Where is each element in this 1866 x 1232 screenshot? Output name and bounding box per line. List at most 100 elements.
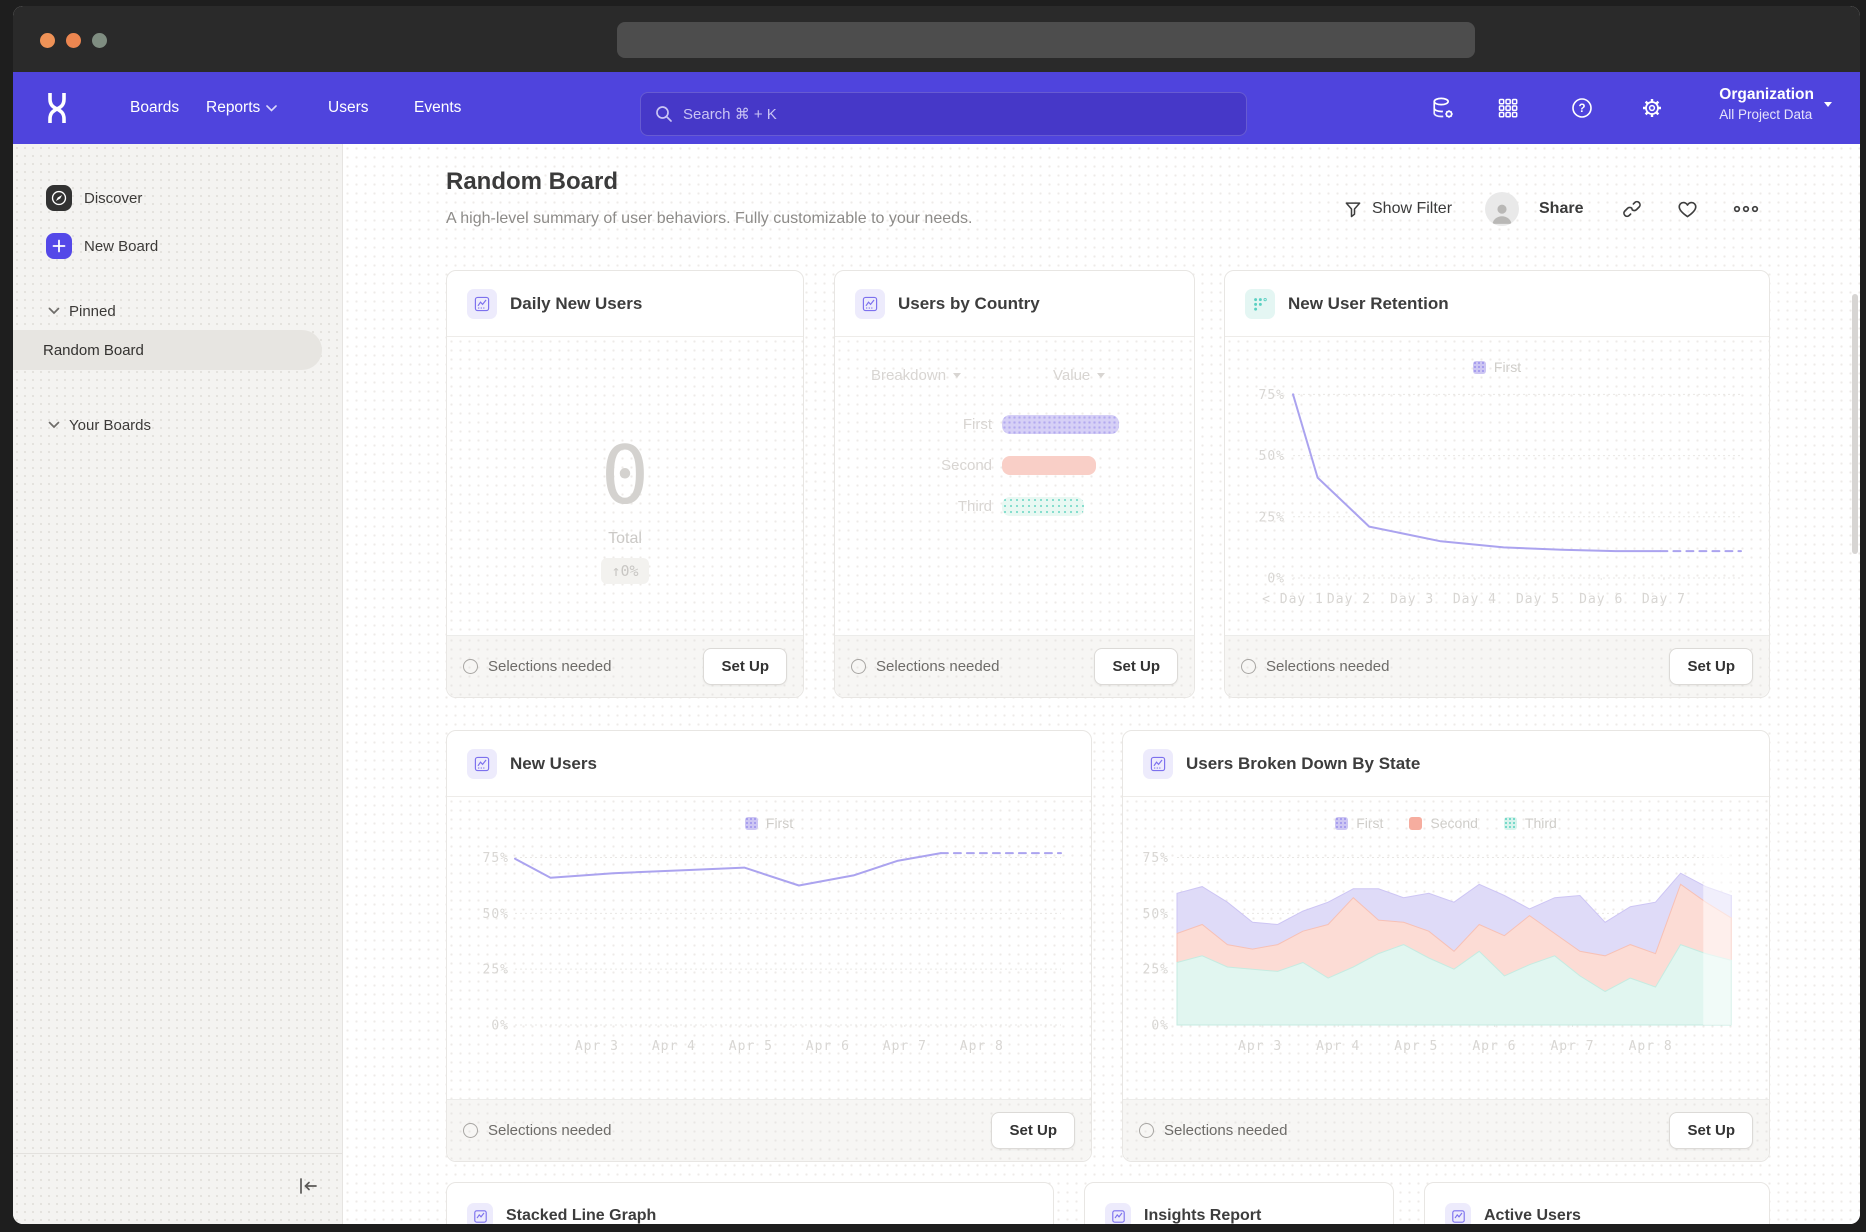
status-text: Selections needed: [1164, 1122, 1287, 1139]
value-dropdown[interactable]: Value: [1053, 367, 1105, 384]
card-header: Users by Country: [835, 271, 1194, 337]
nav-item-boards[interactable]: Boards: [130, 72, 179, 144]
card-header: Insights Report: [1085, 1183, 1393, 1224]
apps-grid-icon[interactable]: [1496, 96, 1520, 120]
org-switcher[interactable]: Organization All Project Data: [1719, 86, 1832, 122]
chevron-down-icon: [953, 373, 961, 378]
card-header: Daily New Users: [447, 271, 803, 337]
chevron-down-icon: [48, 307, 60, 315]
svg-text:Apr 5: Apr 5: [729, 1039, 773, 1054]
sidebar-item-new-board[interactable]: New Board: [13, 226, 342, 266]
section-label: Your Boards: [69, 417, 151, 434]
chevron-down-icon: [1824, 102, 1832, 107]
traffic-light-close[interactable]: [40, 33, 55, 48]
sidebar-section-your-boards[interactable]: Your Boards: [13, 410, 342, 440]
sidebar-item-random-board[interactable]: Random Board: [13, 330, 322, 370]
show-filter-label: Show Filter: [1372, 200, 1452, 218]
search-input[interactable]: Search ⌘ + K: [640, 92, 1247, 136]
card-title: Users by Country: [898, 294, 1040, 314]
card-users-by-state: Users Broken Down By State First Second: [1122, 730, 1770, 1162]
mixpanel-logo-icon[interactable]: [45, 91, 69, 130]
set-up-button[interactable]: Set Up: [1669, 1112, 1753, 1149]
browser-window: Boards Reports Users Events Search ⌘ + K: [13, 6, 1860, 1224]
svg-text:Day 7: Day 7: [1642, 592, 1686, 607]
card-title: New User Retention: [1288, 294, 1449, 314]
top-nav: Boards Reports Users Events Search ⌘ + K: [13, 72, 1860, 144]
show-filter-button[interactable]: Show Filter: [1343, 192, 1452, 226]
line-chart-icon: [467, 749, 497, 779]
org-project: All Project Data: [1719, 107, 1814, 122]
status-radio-icon: [1241, 659, 1256, 674]
legend-swatch: [1409, 817, 1422, 830]
card-daily-new-users: Daily New Users 0 Total ↑0% Selections n…: [446, 270, 804, 698]
url-bar[interactable]: [617, 22, 1475, 58]
svg-text:0%: 0%: [1267, 572, 1285, 587]
card-title: Stacked Line Graph: [506, 1207, 656, 1224]
sidebar-item-label: New Board: [84, 238, 158, 255]
set-up-button[interactable]: Set Up: [1669, 648, 1753, 685]
chevron-down-icon: [1097, 373, 1105, 378]
search-placeholder: Search ⌘ + K: [683, 105, 777, 123]
svg-text:50%: 50%: [1143, 907, 1169, 922]
card-new-users: New Users First 75%50%25%0%Apr 3Apr 4Apr…: [446, 730, 1092, 1162]
svg-text:Apr 7: Apr 7: [883, 1039, 927, 1054]
line-chart-icon: [1105, 1203, 1131, 1224]
sidebar-item-discover[interactable]: Discover: [13, 178, 342, 218]
svg-text:?: ?: [1578, 103, 1585, 115]
scrollbar-thumb[interactable]: [1852, 294, 1858, 554]
card-header: Stacked Line Graph: [447, 1183, 1053, 1224]
card-body: 0 Total ↑0%: [447, 337, 803, 635]
favorite-heart-icon[interactable]: [1676, 192, 1699, 226]
svg-text:Day 4: Day 4: [1453, 592, 1497, 607]
share-button[interactable]: Share: [1539, 192, 1583, 226]
line-chart-icon: [467, 1203, 493, 1224]
page-title: Random Board: [446, 168, 618, 196]
nav-item-reports[interactable]: Reports: [206, 72, 277, 144]
breakdown-dropdown[interactable]: Breakdown: [871, 367, 961, 384]
set-up-button[interactable]: Set Up: [991, 1112, 1075, 1149]
sidebar-item-label: Random Board: [43, 342, 144, 359]
metric-value: 0: [447, 429, 803, 522]
sidebar-section-pinned[interactable]: Pinned: [13, 296, 342, 326]
main-content: Random Board A high-level summary of use…: [343, 144, 1860, 1224]
bar-third: [1002, 497, 1084, 516]
card-active-users: Active Users: [1424, 1182, 1770, 1224]
data-management-icon[interactable]: [1431, 96, 1455, 120]
traffic-light-zoom[interactable]: [92, 33, 107, 48]
set-up-button[interactable]: Set Up: [1094, 648, 1178, 685]
nav-item-users[interactable]: Users: [328, 72, 368, 144]
avatar[interactable]: [1485, 192, 1519, 226]
bar-row: First: [855, 415, 1119, 434]
line-chart-icon: [467, 289, 497, 319]
copy-link-icon[interactable]: [1621, 192, 1643, 226]
collapse-sidebar-icon[interactable]: [296, 1176, 320, 1201]
sidebar-item-label: Discover: [84, 190, 142, 207]
legend-swatch: [1335, 817, 1348, 830]
traffic-light-minimize[interactable]: [66, 33, 81, 48]
svg-text:75%: 75%: [483, 851, 509, 866]
svg-text:75%: 75%: [1259, 388, 1285, 403]
person-icon: [1489, 200, 1515, 226]
card-header: New User Retention: [1225, 271, 1769, 337]
svg-text:Apr 6: Apr 6: [1472, 1039, 1516, 1054]
svg-text:Apr 3: Apr 3: [575, 1039, 619, 1054]
card-body: First Second Third 75%50%25%0%Apr 3Apr 4…: [1123, 797, 1769, 1099]
svg-text:Day 6: Day 6: [1579, 592, 1623, 607]
nav-item-label: Events: [414, 99, 461, 117]
search-icon: [655, 105, 673, 123]
funnel-icon: [1343, 199, 1363, 219]
svg-text:0%: 0%: [1151, 1019, 1169, 1034]
card-insights-report: Insights Report: [1084, 1182, 1394, 1224]
svg-text:25%: 25%: [1143, 963, 1169, 978]
help-icon[interactable]: ?: [1570, 96, 1594, 120]
svg-text:25%: 25%: [483, 963, 509, 978]
set-up-button[interactable]: Set Up: [703, 648, 787, 685]
settings-gear-icon[interactable]: [1640, 96, 1664, 120]
card-title: New Users: [510, 754, 597, 774]
card-footer: Selections needed Set Up: [1225, 635, 1769, 697]
status-text: Selections needed: [488, 658, 611, 675]
share-label: Share: [1539, 200, 1583, 218]
nav-item-events[interactable]: Events: [414, 72, 461, 144]
card-title: Daily New Users: [510, 294, 642, 314]
more-options-icon[interactable]: [1731, 192, 1761, 226]
